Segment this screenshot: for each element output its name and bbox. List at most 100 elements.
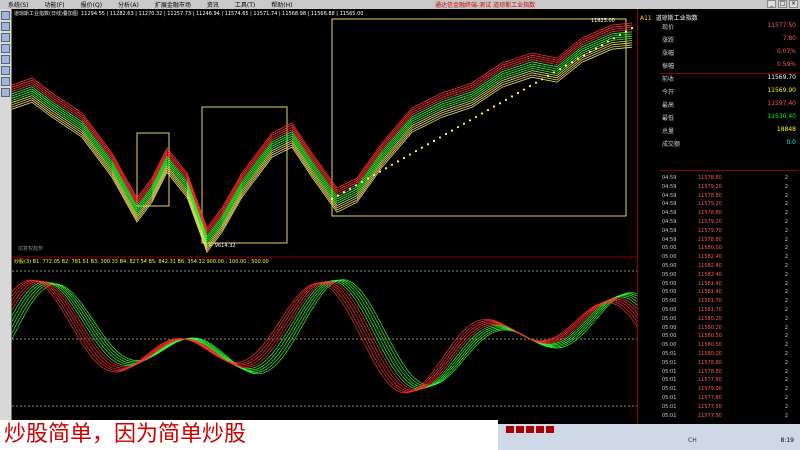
menu-tools[interactable]: 工具(T) bbox=[227, 0, 263, 9]
menu-function[interactable]: 功能(F) bbox=[37, 0, 73, 9]
menu-analysis[interactable]: 分析(A) bbox=[110, 0, 147, 9]
tick-row: 04:59 11579.20 2 bbox=[662, 219, 798, 227]
tick-time: 05:01 bbox=[662, 395, 677, 401]
trend-dot bbox=[546, 74, 550, 77]
tool-icon[interactable] bbox=[1, 44, 10, 53]
left-toolbar bbox=[0, 9, 12, 424]
tick-volume: 2 bbox=[784, 192, 788, 199]
quote-field-value: 11569.90 bbox=[767, 87, 796, 94]
tool-icon[interactable] bbox=[1, 33, 10, 42]
tick-price: 11580.00 bbox=[698, 351, 722, 357]
trend-dot bbox=[438, 136, 442, 139]
tick-volume: 2 bbox=[784, 271, 788, 278]
tick-row: 04:59 11578.80 2 bbox=[662, 210, 798, 218]
tick-price: 11579.00 bbox=[698, 386, 722, 393]
trend-dot bbox=[534, 81, 538, 84]
tool-icon[interactable] bbox=[1, 88, 10, 97]
menu-quote[interactable]: 报价(Q) bbox=[73, 0, 110, 9]
tick-volume: 2 bbox=[784, 280, 788, 287]
tick-price: 11577.80 bbox=[698, 377, 722, 384]
tick-volume: 2 bbox=[784, 236, 788, 243]
tick-time: 05:00 bbox=[662, 324, 677, 331]
taskbar-clock: 8:19 bbox=[780, 437, 794, 444]
trend-dot bbox=[390, 163, 394, 166]
tick-price: 11582.40 bbox=[698, 263, 722, 269]
tick-time: 05:00 bbox=[662, 315, 677, 322]
ribbon-line bbox=[11, 38, 633, 245]
minimize-icon[interactable]: _ bbox=[767, 0, 776, 8]
menu-help[interactable]: 帮助(H) bbox=[263, 0, 300, 9]
tick-time: 04:59 bbox=[662, 183, 677, 190]
tick-price: 11580.00 bbox=[698, 245, 722, 252]
tick-volume: 2 bbox=[784, 324, 788, 331]
tick-row: 05:01 11580.00 2 bbox=[662, 351, 798, 359]
tick-price: 11578.80 bbox=[698, 210, 722, 217]
input-method-indicator[interactable]: CH bbox=[688, 437, 697, 444]
ribbon-line bbox=[11, 33, 633, 240]
trend-dot bbox=[504, 98, 508, 101]
maximize-icon[interactable]: □ bbox=[778, 0, 787, 8]
oscillator-line bbox=[11, 280, 638, 389]
tick-price: 11581.40 bbox=[698, 280, 722, 287]
tool-icon[interactable] bbox=[1, 77, 10, 86]
quote-field-value: 11530.40 bbox=[767, 113, 796, 120]
quote-field-value: 11569.70 bbox=[767, 74, 796, 81]
trend-dot bbox=[522, 88, 526, 91]
quote-field-label: 最高 bbox=[662, 102, 675, 109]
trend-dot bbox=[552, 71, 556, 74]
tick-row: 05:00 11582.40 2 bbox=[662, 272, 798, 280]
tick-price: 11577.50 bbox=[698, 403, 722, 410]
trend-dot bbox=[402, 156, 406, 160]
tick-time: 05:01 bbox=[662, 368, 677, 375]
menu-extended-market[interactable]: 扩展金融市场 bbox=[147, 0, 199, 9]
tick-volume: 2 bbox=[784, 307, 788, 313]
menu-system[interactable]: 系统(S) bbox=[0, 0, 37, 9]
trend-dot bbox=[510, 95, 514, 98]
tool-icon[interactable] bbox=[1, 22, 10, 31]
tick-time: 05:00 bbox=[662, 289, 677, 296]
caption-text: 炒股简单，因为简单炒股 bbox=[0, 420, 498, 450]
tick-price: 11579.70 bbox=[698, 227, 722, 234]
tick-price: 11579.20 bbox=[698, 183, 722, 190]
taskbar-app-icon[interactable] bbox=[536, 426, 544, 433]
quote-field-label: 现价 bbox=[662, 24, 675, 31]
taskbar-app-icon[interactable] bbox=[546, 426, 554, 433]
tick-price: 11581.70 bbox=[698, 307, 722, 313]
tick-volume: 2 bbox=[784, 395, 788, 401]
tick-price: 11578.80 bbox=[698, 192, 722, 199]
tick-time: 05:00 bbox=[662, 280, 677, 287]
tick-row: 05:00 11580.00 2 bbox=[662, 245, 798, 253]
tick-price: 11577.80 bbox=[698, 395, 722, 401]
low-price-label: ← 9614.32 bbox=[209, 243, 236, 249]
tool-icon[interactable] bbox=[1, 66, 10, 75]
chart-area[interactable] bbox=[11, 9, 638, 419]
quote-field: 最高 11597.40 bbox=[662, 100, 796, 111]
trend-dot bbox=[450, 129, 454, 132]
tick-price: 11581.70 bbox=[698, 298, 722, 305]
taskbar-app-icon[interactable] bbox=[506, 426, 514, 433]
tick-row: 05:00 11581.70 2 bbox=[662, 307, 798, 315]
tick-row: 05:01 11577.50 2 bbox=[662, 413, 798, 421]
trend-dot bbox=[492, 105, 496, 108]
indicator-chart[interactable] bbox=[11, 9, 638, 419]
tick-time: 05:01 bbox=[662, 377, 677, 384]
trend-dot bbox=[624, 30, 628, 33]
taskbar-app-icon[interactable] bbox=[516, 426, 524, 433]
oscillator-line bbox=[11, 280, 638, 390]
taskbar-app-icon[interactable] bbox=[526, 426, 534, 433]
tick-volume: 2 bbox=[784, 403, 788, 410]
tick-volume: 2 bbox=[784, 183, 788, 190]
trend-dot bbox=[408, 153, 412, 156]
quote-field-value: 11577.50 bbox=[767, 22, 796, 29]
quote-field: 最低 11530.40 bbox=[662, 113, 796, 124]
quote-field-label: 前收 bbox=[662, 76, 675, 83]
menu-info[interactable]: 资讯 bbox=[199, 0, 227, 9]
quote-field: 现价 11577.50 bbox=[662, 22, 796, 33]
quote-field: 成交额 0.0 bbox=[662, 139, 796, 150]
tool-icon[interactable] bbox=[1, 11, 10, 20]
tick-price: 11577.50 bbox=[698, 412, 722, 419]
trend-dot bbox=[588, 50, 592, 54]
oscillator-line bbox=[11, 280, 638, 392]
tool-icon[interactable] bbox=[1, 55, 10, 64]
close-icon[interactable]: × bbox=[789, 0, 798, 8]
